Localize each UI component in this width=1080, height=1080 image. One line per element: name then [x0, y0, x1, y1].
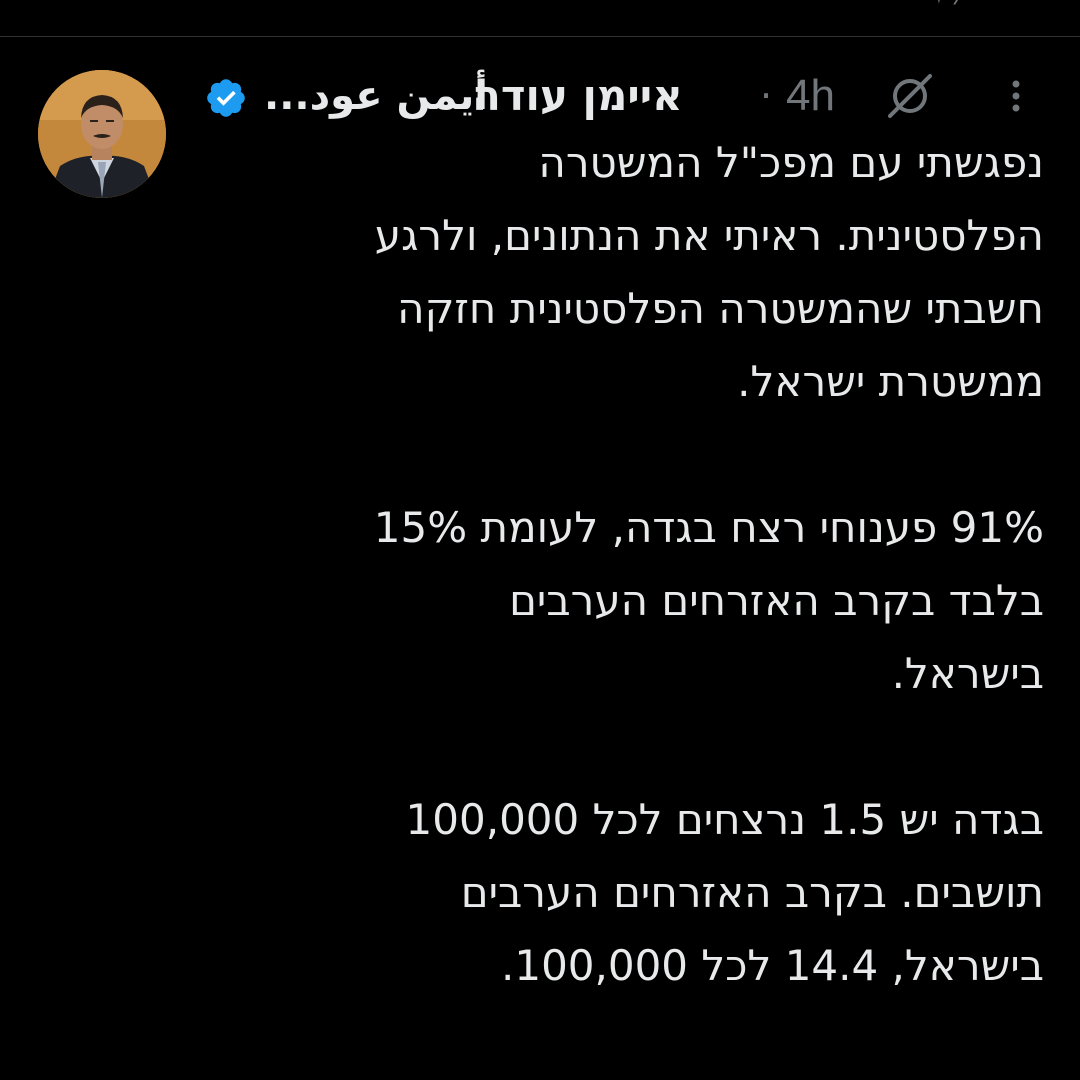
tweet-text-line: בישראל. [891, 649, 1044, 698]
more-vertical-icon[interactable] [1002, 74, 1030, 122]
top-divider [0, 36, 1080, 37]
separator-dot: · [760, 74, 773, 118]
profile-photo [38, 70, 166, 198]
tweet-text-line: בלבד בקרב האזרחים הערבים [509, 576, 1044, 625]
tweet-text-line: חשבתי שהמשטרה הפלסטינית חזקה [397, 284, 1044, 333]
avatar[interactable] [38, 70, 166, 198]
tweet-text-line: ממשטרת ישראל. [737, 357, 1044, 406]
verified-badge-icon[interactable] [204, 76, 248, 120]
tweet-text: נפגשתי עם מפכ"ל המשטרה הפלסטינית. ראיתי … [184, 126, 1044, 1075]
previous-content-edge: ✧ ⁄ [928, 0, 968, 6]
tweet-paragraph: 91% פענוחי רצח בגדה, לעומת 15% בלבד בקרב… [184, 491, 1044, 710]
timestamp[interactable]: 4h [786, 70, 835, 122]
tweet-paragraph: נפגשתי עם מפכ"ל המשטרה הפלסטינית. ראיתי … [184, 126, 1044, 418]
tweet-text-line: 91% פענוחי רצח בגדה, לעומת 15% [373, 503, 1044, 552]
tweet-text-line: תושבים. בקרב האזרחים הערבים [460, 868, 1044, 917]
grok-icon[interactable] [884, 72, 936, 120]
tweet-text-line: בגדה יש 1.5 נרצחים לכל 100,000 [405, 795, 1044, 844]
tweet-paragraph: בגדה יש 1.5 נרצחים לכל 100,000 תושבים. ב… [184, 783, 1044, 1002]
tweet-header: أيمن عود... איימן עודה · 4h [200, 68, 1050, 124]
tweet-text-line: נפגשתי עם מפכ"ל המשטרה [538, 138, 1044, 187]
tweet-text-line: בישראל, 14.4 לכל 100,000. [500, 941, 1044, 990]
author-name-arabic[interactable]: أيمن عود... [264, 70, 488, 122]
author-name-hebrew[interactable]: איימן עודה [472, 70, 683, 122]
tweet-text-line: הפלסטינית. ראיתי את הנתונים, ולרגע [374, 211, 1044, 260]
